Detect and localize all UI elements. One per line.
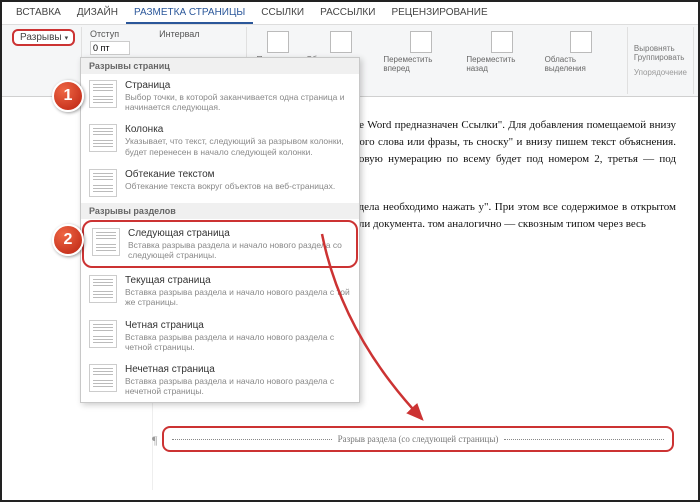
break-page-item[interactable]: СтраницаВыбор точки, в которой заканчива…: [81, 74, 359, 118]
backward-icon: [491, 31, 513, 53]
continuous-break-icon: [89, 275, 117, 303]
bring-forward-button[interactable]: Переместить вперед: [379, 29, 462, 92]
tab-mailings[interactable]: РАССЫЛКИ: [312, 3, 383, 24]
breaks-label: Разрывы: [20, 32, 62, 43]
break-odd-page-item[interactable]: Нечетная страницаВставка разрыва раздела…: [81, 358, 359, 402]
group-button[interactable]: Группировать: [634, 53, 687, 62]
ordering-label: Упорядочение: [634, 68, 687, 77]
forward-icon: [410, 31, 432, 53]
even-page-break-icon: [89, 320, 117, 348]
send-backward-button[interactable]: Переместить назад: [462, 29, 540, 92]
break-continuous-item[interactable]: Текущая страницаВставка разрыва раздела …: [81, 269, 359, 313]
interval-before-input[interactable]: [90, 41, 130, 55]
align-button[interactable]: Выровнять: [634, 44, 687, 53]
tab-insert[interactable]: ВСТАВКА: [8, 3, 69, 24]
breaks-dropdown: Разрывы страниц СтраницаВыбор точки, в к…: [80, 57, 360, 403]
selection-pane-button[interactable]: Область выделения: [541, 29, 621, 92]
section-break-label: Разрыв раздела (со следующей страницы): [332, 434, 505, 444]
tab-references[interactable]: ССЫЛКИ: [253, 3, 312, 24]
annotation-marker-2: 2: [52, 224, 84, 256]
breaks-button[interactable]: Разрывы ▾: [12, 29, 75, 46]
break-column-item[interactable]: КолонкаУказывает, что текст, следующий з…: [81, 118, 359, 162]
indent-label: Отступ: [90, 29, 119, 39]
wrap-icon: [330, 31, 352, 53]
interval-label: Интервал: [159, 29, 199, 39]
column-break-icon: [89, 124, 117, 152]
odd-page-break-icon: [89, 364, 117, 392]
position-icon: [267, 31, 289, 53]
annotation-marker-1: 1: [52, 80, 84, 112]
page-break-icon: [89, 80, 117, 108]
selection-icon: [570, 31, 592, 53]
textwrap-break-icon: [89, 169, 117, 197]
dropdown-header-section-breaks: Разрывы разделов: [81, 203, 359, 219]
ribbon-tabs: ВСТАВКА ДИЗАЙН РАЗМЕТКА СТРАНИЦЫ ССЫЛКИ …: [2, 2, 698, 25]
break-even-page-item[interactable]: Четная страницаВставка разрыва раздела и…: [81, 314, 359, 358]
break-textwrap-item[interactable]: Обтекание текстомОбтекание текста вокруг…: [81, 163, 359, 203]
tab-design[interactable]: ДИЗАЙН: [69, 3, 126, 24]
pilcrow-icon: ¶: [152, 433, 157, 448]
section-break-indicator: Разрыв раздела (со следующей страницы): [162, 426, 674, 452]
chevron-down-icon: ▾: [65, 34, 69, 42]
tab-page-layout[interactable]: РАЗМЕТКА СТРАНИЦЫ: [126, 3, 253, 24]
tab-review[interactable]: РЕЦЕНЗИРОВАНИЕ: [383, 3, 495, 24]
break-next-page-item[interactable]: Следующая страницаВставка разрыва раздел…: [82, 220, 358, 268]
next-page-break-icon: [92, 228, 120, 256]
dropdown-header-page-breaks: Разрывы страниц: [81, 58, 359, 74]
